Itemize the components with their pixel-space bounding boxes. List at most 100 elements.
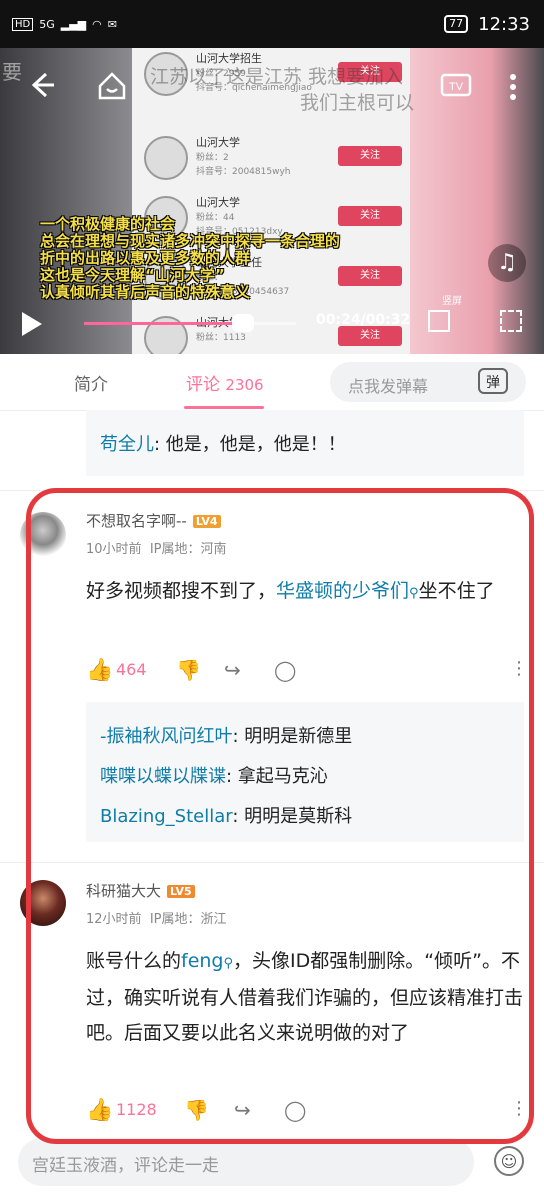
comment-username[interactable]: 科研猫大大 LV5 bbox=[86, 880, 195, 901]
comment-ip: IP属地：河南 bbox=[149, 542, 227, 557]
rotate-screen-icon[interactable] bbox=[428, 310, 450, 332]
emoji-icon[interactable]: ☺ bbox=[494, 1146, 524, 1176]
thumb-down-icon[interactable]: 👎 bbox=[176, 658, 201, 682]
share-icon[interactable]: ↪ bbox=[224, 658, 241, 682]
music-note-icon[interactable]: ♫ bbox=[488, 244, 526, 282]
fullscreen-icon[interactable] bbox=[500, 310, 522, 332]
share-icon[interactable]: ↪ bbox=[234, 1098, 251, 1122]
reply-item: 苟全儿: 他是，他是，他是！！ bbox=[100, 430, 346, 456]
comment-placeholder: 宫廷玉液酒，评论走一走 bbox=[32, 1156, 219, 1176]
avatar[interactable] bbox=[20, 880, 66, 926]
avatar[interactable] bbox=[20, 512, 66, 558]
video-row-follow: 关注 bbox=[338, 146, 402, 166]
video-row-fans: 粉丝：2 bbox=[196, 153, 229, 163]
reply-list[interactable]: -振袖秋风问红叶: 明明是新德里 喋喋以蝶以牒谍: 拿起马克沁 Blazing_… bbox=[86, 702, 524, 842]
video-bg-text-left: 要 bbox=[2, 60, 22, 84]
comment-meta: 10小时前 IP属地：河南 bbox=[86, 538, 227, 557]
thumb-down-icon[interactable]: 👎 bbox=[184, 1098, 209, 1122]
clock: 12:33 bbox=[478, 13, 530, 35]
wifi-icon: ◠ bbox=[92, 17, 102, 31]
video-player[interactable]: 山河大学招生 粉丝：2959 抖音号：qichenaimengjiao 关注 山… bbox=[0, 48, 544, 354]
comment-time: 10小时前 bbox=[86, 542, 142, 557]
more-vertical-icon[interactable]: ⋮ bbox=[510, 658, 528, 679]
comment-bubble-icon[interactable]: ◯ bbox=[274, 658, 296, 682]
reply-username[interactable]: 苟全儿 bbox=[100, 434, 154, 455]
comment-text: 账号什么的feng⚲，头像ID都强制删除。“倾听”。不过，确实听说有人借着我们诈… bbox=[86, 944, 526, 1051]
search-link[interactable]: feng⚲ bbox=[181, 950, 233, 972]
comment-text-part: 好多视频都搜不到了， bbox=[86, 580, 277, 602]
comment-actions: 👍 464 👎 ↪ ◯ ⋮ bbox=[86, 656, 528, 686]
subtitle-line: 这也是今天理解“山河大学” bbox=[40, 266, 225, 284]
reply-preview[interactable]: 苟全儿: 他是，他是，他是！！ bbox=[86, 410, 524, 476]
tab-bar: 简介 评论 2306 点我发弹幕 弹 bbox=[0, 354, 544, 411]
landscape-label: 竖屏 bbox=[442, 296, 462, 307]
status-bar: HD 5G ▂▄▆ ◠ ✉ 77 12:33 bbox=[0, 0, 544, 48]
comment-meta: 12小时前 IP属地：浙江 bbox=[86, 908, 227, 927]
comment-text: 好多视频都搜不到了，华盛顿的少爷们⚲坐不住了 bbox=[86, 574, 526, 611]
hd-badge: HD bbox=[12, 17, 34, 31]
video-bg-text-right: 我们主根可以 bbox=[300, 92, 415, 114]
comment-ip: IP属地：浙江 bbox=[149, 912, 227, 927]
university-seal-icon bbox=[144, 136, 188, 180]
reply-item: Blazing_Stellar: 明明是莫斯科 bbox=[100, 802, 352, 828]
reply-username[interactable]: -振袖秋风问红叶 bbox=[100, 726, 233, 747]
thumb-up-icon[interactable]: 👍 bbox=[86, 1098, 113, 1123]
progress-knob[interactable] bbox=[232, 314, 254, 332]
search-icon: ⚲ bbox=[409, 586, 419, 601]
video-row-id: 抖音号：2004815wyh bbox=[196, 167, 291, 177]
like-count: 1128 bbox=[116, 1100, 157, 1119]
time-display: 00:24/00:32 bbox=[316, 312, 411, 328]
signal-icon: ▂▄▆ bbox=[60, 17, 87, 31]
search-link-text: feng bbox=[181, 950, 224, 972]
comment-actions: 👍 1128 👎 ↪ ◯ ⋮ bbox=[86, 1096, 528, 1126]
battery-icon: 77 bbox=[444, 15, 469, 33]
comment-input[interactable]: 宫廷玉液酒，评论走一走 bbox=[18, 1138, 474, 1186]
comment-bubble-icon[interactable]: ◯ bbox=[284, 1098, 306, 1122]
subtitle-line: 总会在理想与现实诸多冲突中探寻一条合理的 bbox=[40, 232, 341, 250]
bottom-comment-bar: 宫廷玉液酒，评论走一走 ☺ bbox=[0, 1134, 544, 1200]
play-icon[interactable] bbox=[22, 312, 42, 336]
danmu-toggle-button[interactable]: 弹 bbox=[478, 368, 508, 394]
tab-comments-label: 评论 bbox=[186, 375, 220, 395]
wechat-icon: ✉ bbox=[107, 17, 117, 31]
tv-cast-icon[interactable]: TV bbox=[440, 70, 472, 107]
search-link-text: 华盛顿的少爷们 bbox=[276, 580, 410, 602]
video-row: 山河大学 粉丝：2 抖音号：2004815wyh 关注 bbox=[132, 128, 410, 188]
tab-comments-count: 2306 bbox=[225, 376, 264, 394]
divider bbox=[0, 490, 544, 491]
comment-text-part: 坐不住了 bbox=[418, 580, 495, 602]
search-icon: ⚲ bbox=[223, 956, 234, 971]
like-count: 464 bbox=[116, 660, 147, 679]
video-controls: 00:24/00:32 竖屏 bbox=[0, 296, 544, 354]
reply-text: : 明明是新德里 bbox=[232, 726, 353, 747]
tab-indicator bbox=[184, 406, 264, 409]
search-link[interactable]: 华盛顿的少爷们⚲ bbox=[276, 580, 419, 602]
tab-comments[interactable]: 评论 2306 bbox=[186, 370, 264, 395]
more-vertical-icon[interactable] bbox=[508, 72, 518, 109]
back-arrow-icon[interactable] bbox=[26, 70, 56, 107]
level-badge: LV4 bbox=[192, 515, 221, 528]
reply-item: -振袖秋风问红叶: 明明是新德里 bbox=[100, 722, 352, 748]
reply-username[interactable]: Blazing_Stellar bbox=[100, 806, 232, 827]
tab-intro[interactable]: 简介 bbox=[74, 370, 108, 395]
video-subtitles: 一个积极健康的社会 总会在理想与现实诸多冲突中探寻一条合理的 折中的出路以惠及更… bbox=[40, 216, 380, 301]
video-row-name: 山河大学 bbox=[196, 136, 240, 149]
comment-username[interactable]: 不想取名字啊-- LV4 bbox=[86, 510, 221, 531]
reply-text: : 明明是莫斯科 bbox=[232, 806, 353, 827]
home-icon[interactable] bbox=[96, 70, 128, 109]
more-vertical-icon[interactable]: ⋮ bbox=[510, 1098, 528, 1119]
progress-fill bbox=[84, 322, 243, 325]
comment-text-part: 账号什么的 bbox=[86, 950, 182, 972]
level-badge: LV5 bbox=[167, 885, 195, 898]
username-text: 科研猫大大 bbox=[86, 882, 162, 900]
progress-bar[interactable] bbox=[84, 314, 296, 332]
video-row-name: 山河大学 bbox=[196, 196, 240, 209]
reply-username[interactable]: 喋喋以蝶以牒谍 bbox=[100, 766, 226, 787]
reply-text: : 拿起马克沁 bbox=[226, 766, 328, 787]
comment-time: 12小时前 bbox=[86, 912, 142, 927]
video-bg-text: 江苏以了这是江苏 我想要加入 bbox=[150, 66, 404, 88]
reply-text: : 他是，他是，他是！！ bbox=[154, 434, 346, 455]
danmu-input[interactable]: 点我发弹幕 弹 bbox=[330, 362, 526, 402]
thumb-up-icon[interactable]: 👍 bbox=[86, 658, 113, 683]
reply-item: 喋喋以蝶以牒谍: 拿起马克沁 bbox=[100, 762, 328, 788]
